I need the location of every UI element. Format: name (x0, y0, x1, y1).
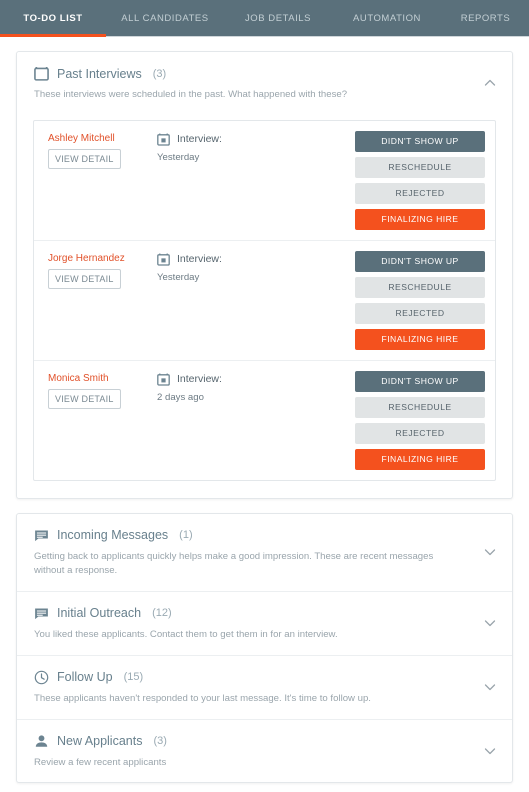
section-description: You liked these applicants. Contact them… (34, 628, 338, 640)
section-description: Getting back to applicants quickly helps… (34, 550, 434, 576)
past-interviews-card: Past Interviews (3) These interviews wer… (16, 51, 513, 499)
interview-meta-line: Interview: (157, 133, 355, 146)
tab-to-do-list[interactable]: TO-DO LIST (0, 0, 106, 37)
interview-date: Yesterday (157, 151, 200, 163)
section-count: (3) (152, 67, 167, 80)
section-incoming-messages[interactable]: Incoming Messages (1) Getting back to ap… (17, 514, 512, 592)
didnt-show-up-button[interactable]: DIDN'T SHOW UP (355, 130, 485, 152)
chevron-up-icon[interactable] (482, 75, 498, 91)
section-title-row: Past Interviews (3) (34, 66, 472, 81)
section-title: Follow Up (57, 670, 113, 685)
tab-label: REPORTS (460, 12, 511, 24)
candidate-cell: Monica Smith VIEW DETAIL (48, 371, 148, 409)
reschedule-button[interactable]: RESCHEDULE (355, 396, 485, 418)
interview-label: Interview: (177, 373, 222, 386)
chevron-down-icon[interactable] (482, 679, 498, 695)
view-detail-button[interactable]: VIEW DETAIL (48, 268, 121, 289)
person-icon (34, 734, 49, 749)
chevron-down-icon[interactable] (482, 615, 498, 631)
message-icon (34, 528, 49, 543)
finalizing-hire-button[interactable]: FINALIZING HIRE (355, 448, 485, 470)
tab-label: ALL CANDIDATES (121, 12, 209, 24)
view-detail-button[interactable]: VIEW DETAIL (48, 148, 121, 169)
view-detail-button[interactable]: VIEW DETAIL (48, 388, 121, 409)
primary-navigation-bar: TO-DO LIST ALL CANDIDATES JOB DETAILS AU… (0, 0, 529, 37)
todo-list-page: Past Interviews (3) These interviews wer… (0, 37, 529, 784)
candidate-name-link[interactable]: Ashley Mitchell (48, 133, 148, 144)
reschedule-button[interactable]: RESCHEDULE (355, 156, 485, 178)
section-title-row: Follow Up (15) (34, 670, 472, 685)
section-title-row: New Applicants (3) (34, 734, 472, 749)
interview-label: Interview: (177, 253, 222, 266)
section-new-applicants[interactable]: New Applicants (3) Review a few recent a… (17, 720, 512, 783)
finalizing-hire-button[interactable]: FINALIZING HIRE (355, 208, 485, 230)
tab-job-details[interactable]: JOB DETAILS (224, 0, 332, 37)
didnt-show-up-button[interactable]: DIDN'T SHOW UP (355, 250, 485, 272)
section-count: (12) (152, 607, 172, 620)
finalizing-hire-button[interactable]: FINALIZING HIRE (355, 328, 485, 350)
candidate-name-link[interactable]: Monica Smith (48, 373, 148, 384)
didnt-show-up-button[interactable]: DIDN'T SHOW UP (355, 370, 485, 392)
section-description: These interviews were scheduled in the p… (34, 89, 348, 100)
section-description: These applicants haven't responded to yo… (34, 692, 371, 704)
section-title-row: Incoming Messages (1) (34, 528, 472, 543)
table-row: Jorge Hernandez VIEW DETAIL Interview: Y… (34, 241, 495, 361)
message-icon (34, 606, 49, 621)
calendar-event-icon (157, 373, 170, 386)
candidate-cell: Jorge Hernandez VIEW DETAIL (48, 251, 148, 289)
tab-label: TO-DO LIST (23, 12, 83, 24)
section-follow-up[interactable]: Follow Up (15) These applicants haven't … (17, 656, 512, 720)
section-count: (1) (179, 529, 193, 542)
table-row: Ashley Mitchell VIEW DETAIL Interview: Y… (34, 121, 495, 241)
tab-label: AUTOMATION (353, 12, 421, 24)
tab-label: JOB DETAILS (244, 12, 312, 24)
row-actions: DIDN'T SHOW UP RESCHEDULE REJECTED FINAL… (355, 370, 485, 470)
tab-reports[interactable]: REPORTS (442, 0, 529, 37)
interview-meta-cell: Interview: 2 days ago (148, 371, 355, 403)
section-count: (15) (123, 671, 144, 684)
section-title: Initial Outreach (57, 606, 142, 621)
row-actions: DIDN'T SHOW UP RESCHEDULE REJECTED FINAL… (355, 130, 485, 230)
section-count: (3) (153, 735, 167, 748)
calendar-icon (34, 66, 49, 81)
rejected-button[interactable]: REJECTED (355, 302, 485, 324)
interview-meta-cell: Interview: Yesterday (148, 251, 355, 283)
row-actions: DIDN'T SHOW UP RESCHEDULE REJECTED FINAL… (355, 250, 485, 350)
candidate-name-link[interactable]: Jorge Hernandez (48, 253, 148, 264)
calendar-event-icon (157, 253, 170, 266)
table-row: Monica Smith VIEW DETAIL Interview: 2 da… (34, 361, 495, 480)
interview-meta-line: Interview: (157, 253, 355, 266)
section-title: Past Interviews (57, 66, 142, 81)
interview-date: 2 days ago (157, 391, 204, 403)
clock-icon (34, 670, 49, 685)
candidate-cell: Ashley Mitchell VIEW DETAIL (48, 131, 148, 169)
interview-meta-line: Interview: (157, 373, 355, 386)
interview-date: Yesterday (157, 271, 200, 283)
calendar-event-icon (157, 133, 170, 146)
past-interviews-list: Ashley Mitchell VIEW DETAIL Interview: Y… (33, 119, 496, 481)
collapsed-sections-card: Incoming Messages (1) Getting back to ap… (16, 512, 513, 784)
tab-all-candidates[interactable]: ALL CANDIDATES (106, 0, 224, 37)
section-title: Incoming Messages (57, 528, 169, 543)
interview-label: Interview: (177, 133, 222, 146)
rejected-button[interactable]: REJECTED (355, 182, 485, 204)
chevron-down-icon[interactable] (482, 743, 498, 759)
reschedule-button[interactable]: RESCHEDULE (355, 276, 485, 298)
interview-meta-cell: Interview: Yesterday (148, 131, 355, 163)
section-description: Review a few recent applicants (34, 756, 167, 768)
past-interviews-header[interactable]: Past Interviews (3) These interviews wer… (17, 52, 512, 114)
tab-automation[interactable]: AUTOMATION (332, 0, 442, 37)
section-title: New Applicants (57, 734, 143, 749)
rejected-button[interactable]: REJECTED (355, 422, 485, 444)
section-initial-outreach[interactable]: Initial Outreach (12) You liked these ap… (17, 592, 512, 656)
chevron-down-icon[interactable] (482, 544, 498, 560)
section-title-row: Initial Outreach (12) (34, 606, 472, 621)
